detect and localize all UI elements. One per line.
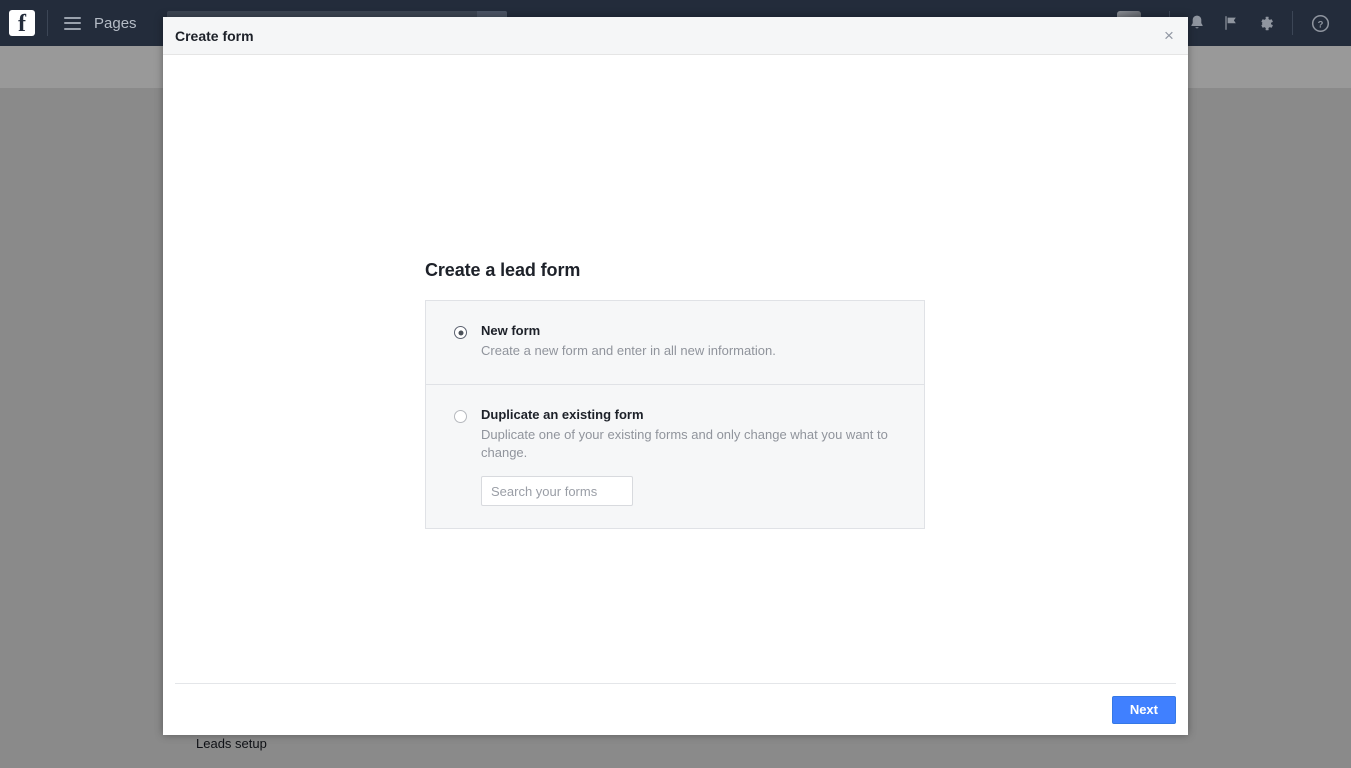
flag-icon[interactable] [1214,0,1248,46]
dialog-body: Create a lead form New form Create a new… [163,55,1188,683]
close-icon[interactable]: × [1158,25,1180,47]
option-new-form-texts: New form Create a new form and enter in … [481,323,900,360]
create-form-dialog: Create form × Create a lead form New for… [163,17,1188,735]
option-new-form-description: Create a new form and enter in all new i… [481,343,776,358]
nav-separator-2 [1292,11,1293,35]
nav-divider [47,10,48,36]
page-title: Create a lead form [425,260,581,280]
next-button[interactable]: Next [1111,695,1176,724]
facebook-logo-icon[interactable] [9,10,35,37]
app-root: Pages [0,0,1351,768]
option-duplicate-form-texts: Duplicate an existing form Duplicate one… [481,407,900,506]
gear-icon[interactable] [1248,0,1282,46]
radio-new-form[interactable] [454,326,467,339]
option-duplicate-form-label[interactable]: Duplicate an existing form [481,407,900,423]
lead-form-chooser: Create a lead form New form Create a new… [425,260,925,529]
option-new-form-label[interactable]: New form [481,323,900,339]
svg-text:?: ? [1317,19,1323,30]
option-new-form[interactable]: New form Create a new form and enter in … [426,301,924,385]
option-duplicate-form[interactable]: Duplicate an existing form Duplicate one… [426,385,924,528]
hamburger-menu-icon[interactable] [64,16,81,30]
radio-duplicate-form[interactable] [454,410,467,423]
dialog-title: Create form [175,27,254,44]
nav-pages-label[interactable]: Pages [94,15,137,32]
form-source-options: New form Create a new form and enter in … [425,300,925,529]
dialog-footer: Next [175,683,1176,735]
search-forms-input[interactable] [481,476,633,506]
dialog-header: Create form × [163,17,1188,55]
option-duplicate-form-description: Duplicate one of your existing forms and… [481,427,888,460]
help-circle-icon[interactable]: ? [1303,0,1337,46]
